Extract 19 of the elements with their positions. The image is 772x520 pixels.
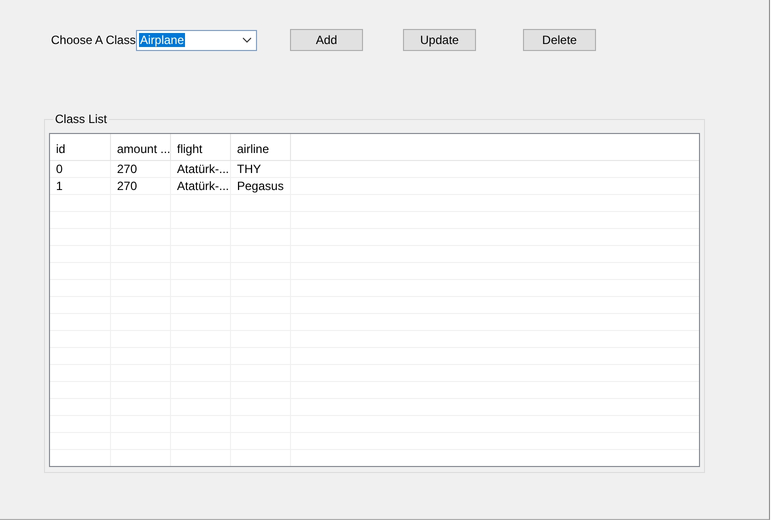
table-cell: 0 xyxy=(50,161,111,177)
action-button[interactable]: Update xyxy=(403,29,476,51)
table-cell: Atatürk-... xyxy=(171,161,231,177)
action-button[interactable]: Delete xyxy=(523,29,596,51)
column-header[interactable]: id xyxy=(50,134,111,160)
chevron-down-icon xyxy=(242,37,252,43)
action-button[interactable]: Add xyxy=(290,29,363,51)
choose-class-label: Choose A Class xyxy=(51,33,136,47)
table-cell: 270 xyxy=(111,161,171,177)
table-cell: Atatürk-... xyxy=(171,178,231,194)
class-dropdown[interactable]: Airplane xyxy=(136,30,257,50)
group-title: Class List xyxy=(53,112,110,126)
column-header[interactable]: amount ... xyxy=(111,134,171,160)
table-cell: THY xyxy=(231,161,291,177)
column-header[interactable]: flight xyxy=(171,134,231,160)
table-cell: Pegasus xyxy=(231,178,291,194)
table-cell: 1 xyxy=(50,178,111,194)
table-cell: 270 xyxy=(111,178,171,194)
column-header[interactable]: airline xyxy=(231,134,291,160)
